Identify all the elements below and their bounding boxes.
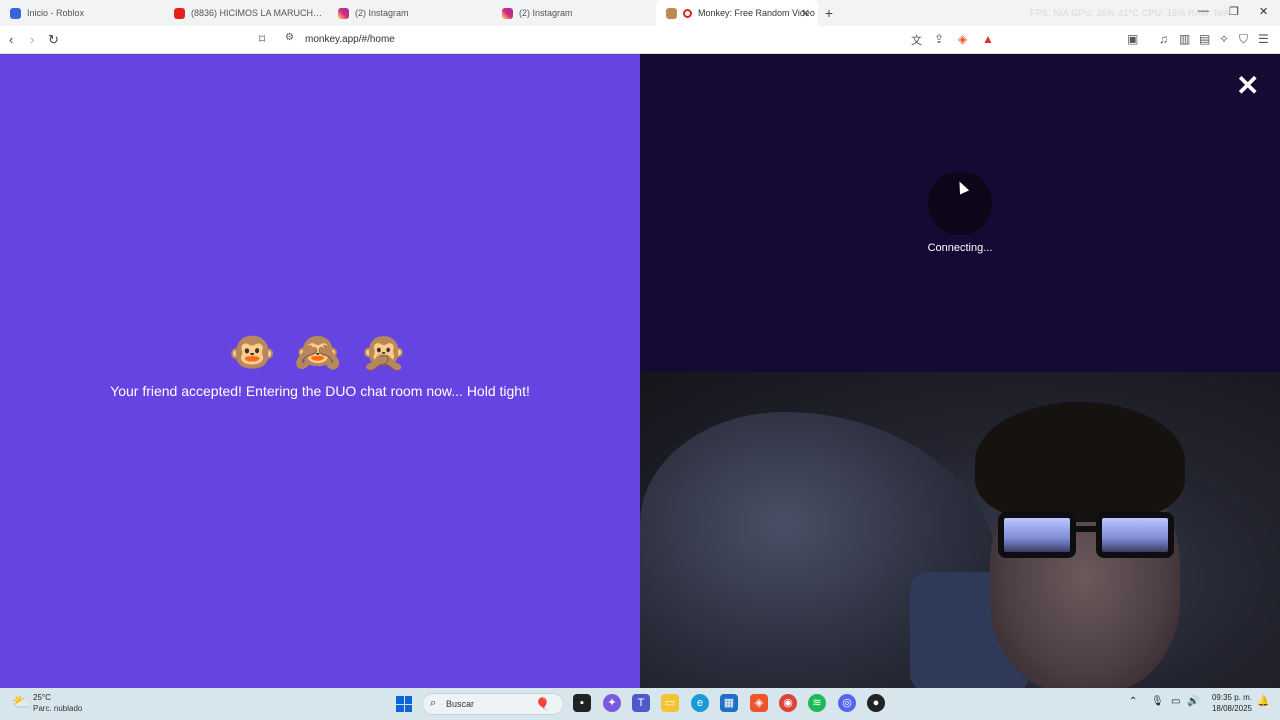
new-tab-button[interactable]: + — [818, 5, 840, 21]
local-camera-feed — [640, 372, 1280, 688]
bookmark-icon[interactable]: ⌑ — [259, 32, 265, 46]
camera-person-glasses — [998, 512, 1174, 560]
file-explorer-icon[interactable]: ▭ — [661, 694, 679, 712]
tab-title: (8836) HICIMOS LA MARUCHAN MÁ — [191, 8, 328, 18]
windows-logo-pane — [396, 704, 404, 712]
tab-monkey-active[interactable]: Monkey: Free Random Video ✕ — [656, 0, 818, 26]
sidebar-icon[interactable]: ▥ — [1179, 32, 1190, 46]
tab-title: (2) Instagram — [519, 8, 573, 18]
search-highlight-icon: 🎈 — [535, 697, 550, 711]
glasses-lens-left — [998, 512, 1076, 558]
windows-taskbar: ⛅ 25°C Parc. nublado ⌕ Buscar 🎈 ▪ ✦ T ▭ … — [0, 688, 1280, 720]
back-icon[interactable]: ‹ — [9, 31, 13, 49]
tray-overflow-icon[interactable]: ⌃ — [1129, 696, 1137, 707]
close-chat-button[interactable]: ✕ — [1236, 72, 1259, 100]
translate-icon[interactable]: 文 — [911, 32, 922, 48]
windows-logo-pane — [396, 696, 404, 704]
teams-icon[interactable]: T — [632, 694, 650, 712]
leo-ai-icon[interactable]: ✧ — [1219, 32, 1229, 46]
restore-icon[interactable]: ❐ — [1229, 5, 1239, 18]
status-panel: 🐵 🙈 🙊 Your friend accepted! Entering the… — [0, 54, 640, 688]
volume-icon[interactable]: 🔊 — [1187, 696, 1199, 707]
copilot-icon[interactable]: ✦ — [603, 694, 621, 712]
instagram-icon — [502, 7, 513, 19]
close-window-icon[interactable]: ✕ — [1259, 5, 1268, 18]
clock-date[interactable]: 18/08/2025 — [1206, 704, 1252, 713]
connecting-text: Connecting... — [927, 242, 993, 254]
monkey-emojis: 🐵 🙈 🙊 — [228, 332, 412, 374]
menu-icon[interactable]: ☰ — [1258, 32, 1269, 46]
browser-tab-strip: Inicio - Roblox (8836) HICIMOS LA MARUCH… — [0, 0, 1280, 26]
tab-instagram-2[interactable]: (2) Instagram — [492, 0, 656, 26]
search-placeholder: Buscar — [446, 699, 475, 709]
task-view-icon[interactable]: ▪ — [573, 694, 591, 712]
brave-shields-icon[interactable]: ◈ — [958, 32, 967, 46]
brave-icon[interactable]: ◈ — [750, 694, 768, 712]
start-button[interactable] — [396, 696, 412, 712]
site-info-icon[interactable]: ⚙ — [285, 32, 294, 43]
taskbar-search[interactable]: ⌕ Buscar 🎈 — [422, 693, 564, 715]
tab-title: (2) Instagram — [355, 8, 409, 18]
address-bar-url[interactable]: monkey.app/#/home — [305, 34, 395, 45]
windows-logo-pane — [404, 696, 412, 704]
close-tab-icon[interactable]: ✕ — [801, 7, 810, 20]
instagram-icon — [338, 7, 349, 19]
forward-icon[interactable]: › — [30, 31, 34, 49]
youtube-icon — [174, 7, 185, 19]
tab-instagram-1[interactable]: (2) Instagram — [328, 0, 492, 26]
notifications-icon[interactable]: 🔔 — [1257, 696, 1269, 707]
chrome-icon[interactable]: ◉ — [779, 694, 797, 712]
wallet-icon[interactable]: ▤ — [1199, 32, 1210, 46]
weather-description[interactable]: Parc. nublado — [33, 704, 82, 713]
store-icon[interactable]: ▦ — [720, 694, 738, 712]
minimize-icon[interactable]: — — [1198, 5, 1209, 17]
clock-time[interactable]: 09:35 p. m. — [1206, 693, 1252, 702]
recording-app-icon[interactable]: ● — [867, 694, 885, 712]
tab-title: Inicio - Roblox — [27, 8, 85, 18]
spotify-icon[interactable]: ≋ — [808, 694, 826, 712]
vpn-icon[interactable]: ⛉ — [1239, 32, 1248, 47]
tab-title: Monkey: Free Random Video — [698, 8, 815, 18]
reload-icon[interactable]: ↻ — [48, 31, 59, 49]
microphone-icon[interactable]: 🎙 — [1151, 696, 1164, 707]
network-icon[interactable]: ▭ — [1171, 696, 1180, 707]
search-icon: ⌕ — [430, 697, 437, 709]
weather-temperature[interactable]: 25°C — [33, 693, 51, 702]
camera-person-hair — [975, 402, 1185, 522]
monkey-icon — [666, 7, 677, 19]
brave-rewards-icon[interactable]: ▲ — [982, 32, 994, 46]
discord-icon[interactable]: ◎ — [838, 694, 856, 712]
remote-video-panel: ✕ Connecting... — [640, 54, 1280, 372]
roblox-icon — [10, 7, 21, 19]
recording-icon — [683, 8, 692, 18]
weather-icon[interactable]: ⛅ — [12, 694, 31, 712]
screenshot-icon[interactable]: ▣ — [1127, 32, 1138, 46]
share-icon[interactable]: ⇪ — [934, 32, 944, 46]
friend-accepted-message: Your friend accepted! Entering the DUO c… — [110, 383, 530, 399]
tab-roblox[interactable]: Inicio - Roblox — [0, 0, 164, 26]
edge-icon[interactable]: e — [691, 694, 709, 712]
media-icon[interactable]: ♫ — [1159, 32, 1168, 46]
glasses-lens-right — [1096, 512, 1174, 558]
windows-logo-pane — [404, 704, 412, 712]
glasses-bridge — [1074, 526, 1098, 532]
browser-toolbar: ‹ › ↻ ⌑ ⚙ monkey.app/#/home 文 ⇪ ◈ ▲ ▣ ♫ … — [0, 26, 1280, 54]
tab-youtube[interactable]: (8836) HICIMOS LA MARUCHAN MÁ — [164, 0, 328, 26]
